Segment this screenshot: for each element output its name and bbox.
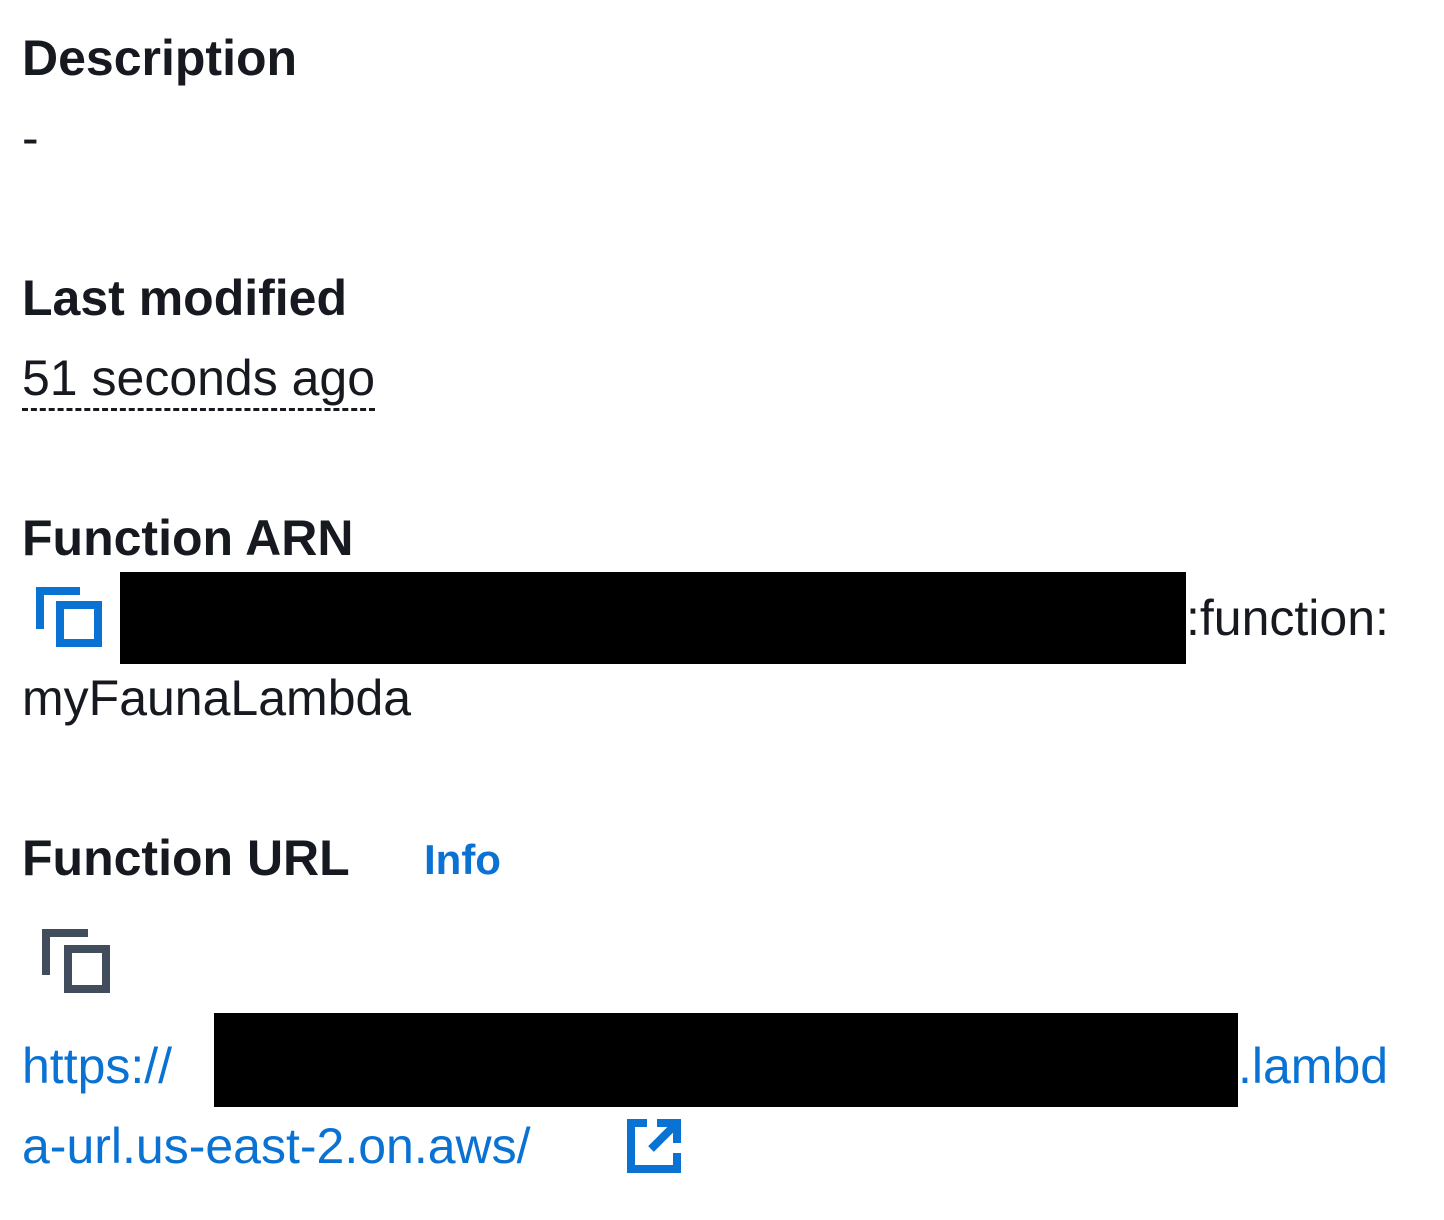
function-url-suffix[interactable]: .lambd	[1238, 1036, 1388, 1096]
last-modified-label: Last modified	[22, 270, 348, 326]
function-url-prefix[interactable]: https://	[22, 1036, 172, 1096]
function-arn-suffix: :function:	[1186, 590, 1389, 646]
redacted-url-region	[214, 1013, 1238, 1107]
function-url-line2[interactable]: a-url.us-east-2.on.aws/	[22, 1116, 531, 1176]
redacted-arn-region	[120, 572, 1186, 664]
external-link-icon	[625, 1117, 685, 1175]
function-arn-label: Function ARN	[22, 510, 354, 566]
copy-arn-button[interactable]	[34, 585, 102, 651]
external-link-button[interactable]	[625, 1117, 685, 1175]
info-link[interactable]: Info	[424, 834, 501, 886]
last-modified-value[interactable]: 51 seconds ago	[22, 350, 376, 411]
copy-url-button[interactable]	[40, 927, 112, 997]
copy-icon	[40, 927, 112, 997]
function-arn-name: myFaunaLambda	[22, 670, 412, 726]
copy-icon	[34, 585, 102, 651]
description-label: Description	[22, 30, 298, 86]
function-url-label: Function URL	[22, 830, 350, 886]
description-value: -	[22, 110, 39, 166]
